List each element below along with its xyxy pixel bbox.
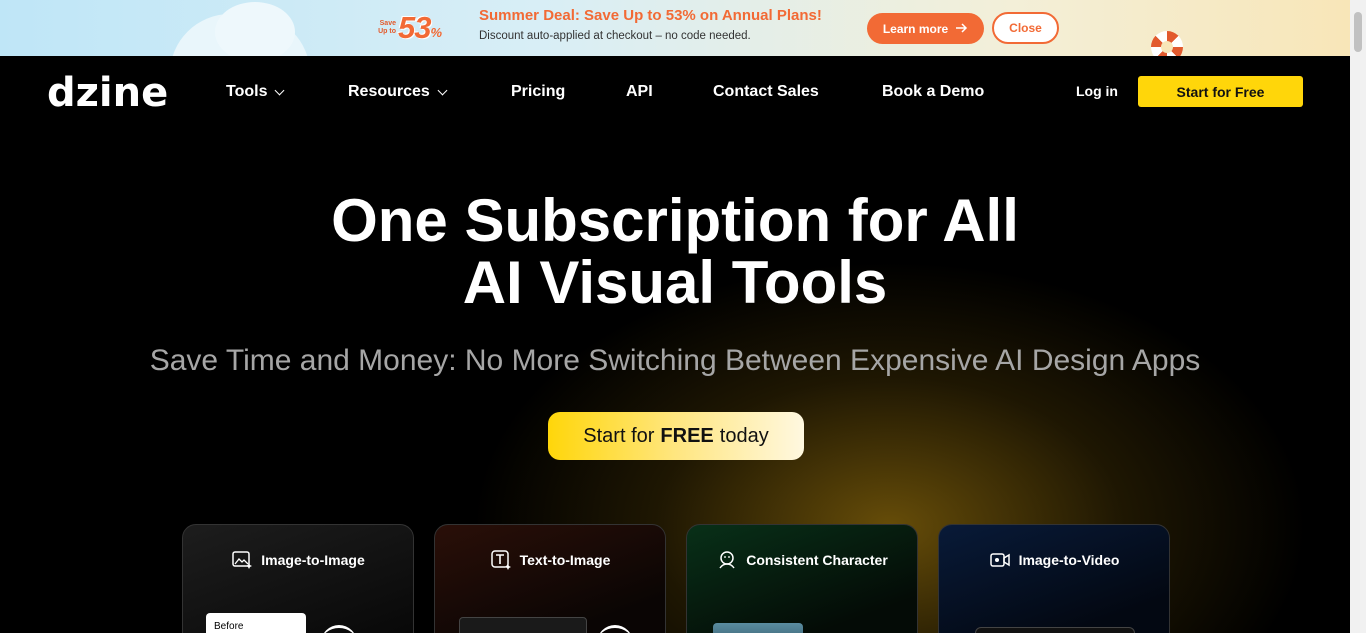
- card-label: Text-to-Image: [519, 552, 611, 568]
- card-image-to-video[interactable]: Image-to-Video: [938, 524, 1170, 633]
- hero-title-line2: AI Visual Tools: [462, 249, 888, 316]
- learn-more-label: Learn more: [882, 21, 949, 36]
- lifebuoy-icon: [1151, 31, 1183, 56]
- nav-api[interactable]: API: [626, 83, 653, 101]
- card-label: Image-to-Video: [1018, 552, 1120, 568]
- character-icon: [716, 549, 738, 571]
- card-image-to-image[interactable]: Image-to-Image Before: [182, 524, 414, 633]
- cta-prefix: Start for: [583, 424, 655, 447]
- card-label: Image-to-Image: [261, 552, 365, 568]
- main-content: dzine Tools Resources Pricing API Contac…: [0, 56, 1350, 633]
- cta-suffix: today: [719, 424, 769, 447]
- promo-subtitle: Discount auto-applied at checkout – no c…: [479, 30, 751, 42]
- video-thumbnail: [975, 627, 1135, 633]
- text-sparkle-icon: [490, 549, 512, 571]
- logo[interactable]: dzine: [47, 70, 168, 116]
- learn-more-button[interactable]: Learn more: [867, 13, 984, 44]
- prompt-thumbnail: [459, 617, 587, 633]
- before-label: Before: [214, 621, 244, 632]
- login-link[interactable]: Log in: [1076, 83, 1118, 99]
- promo-title: Summer Deal: Save Up to 53% on Annual Pl…: [479, 7, 822, 24]
- start-for-free-button[interactable]: Start for Free: [1138, 76, 1303, 107]
- video-icon: [989, 549, 1011, 571]
- scrollbar-thumb[interactable]: [1354, 12, 1362, 52]
- page-scrollbar[interactable]: [1350, 0, 1366, 633]
- nav-contact-sales[interactable]: Contact Sales: [713, 83, 819, 101]
- arrow-right-icon: [955, 22, 968, 36]
- arrow-curve-icon: [321, 625, 357, 633]
- discount-badge: Save Up to 53 %: [376, 10, 442, 46]
- card-consistent-character[interactable]: Consistent Character: [686, 524, 918, 633]
- nav-tools-label: Tools: [226, 83, 268, 100]
- before-thumbnail: Before: [206, 613, 306, 633]
- card-label: Consistent Character: [746, 552, 888, 568]
- hero-title: One Subscription for All AI Visual Tools: [0, 190, 1350, 314]
- nav-tools[interactable]: Tools: [226, 83, 285, 101]
- hero-title-line1: One Subscription for All: [331, 187, 1019, 254]
- image-sparkle-icon: [231, 549, 253, 571]
- cloud-decoration: [215, 2, 295, 56]
- badge-number: 53: [398, 10, 431, 45]
- badge-percent: %: [430, 24, 443, 40]
- chevron-down-icon: [437, 85, 448, 95]
- nav-resources[interactable]: Resources: [348, 83, 448, 101]
- arrow-curve-icon: [597, 625, 633, 633]
- promo-banner: Save Up to 53 % Summer Deal: Save Up to …: [0, 0, 1350, 56]
- card-header: Image-to-Image: [183, 549, 413, 571]
- nav-book-demo[interactable]: Book a Demo: [882, 83, 984, 101]
- nav-resources-label: Resources: [348, 83, 430, 100]
- cta-bold: FREE: [660, 424, 714, 447]
- card-header: Image-to-Video: [939, 549, 1169, 571]
- hero-subtitle: Save Time and Money: No More Switching B…: [149, 344, 1201, 377]
- nav-pricing[interactable]: Pricing: [511, 83, 565, 101]
- card-text-to-image[interactable]: Text-to-Image: [434, 524, 666, 633]
- start-free-today-button[interactable]: Start for FREE today: [548, 412, 804, 460]
- character-thumbnail: [713, 623, 803, 633]
- chevron-down-icon: [275, 85, 285, 95]
- card-header: Consistent Character: [687, 549, 917, 571]
- close-button[interactable]: Close: [992, 12, 1059, 44]
- card-header: Text-to-Image: [435, 549, 665, 571]
- badge-small-text: Save Up to: [378, 20, 396, 35]
